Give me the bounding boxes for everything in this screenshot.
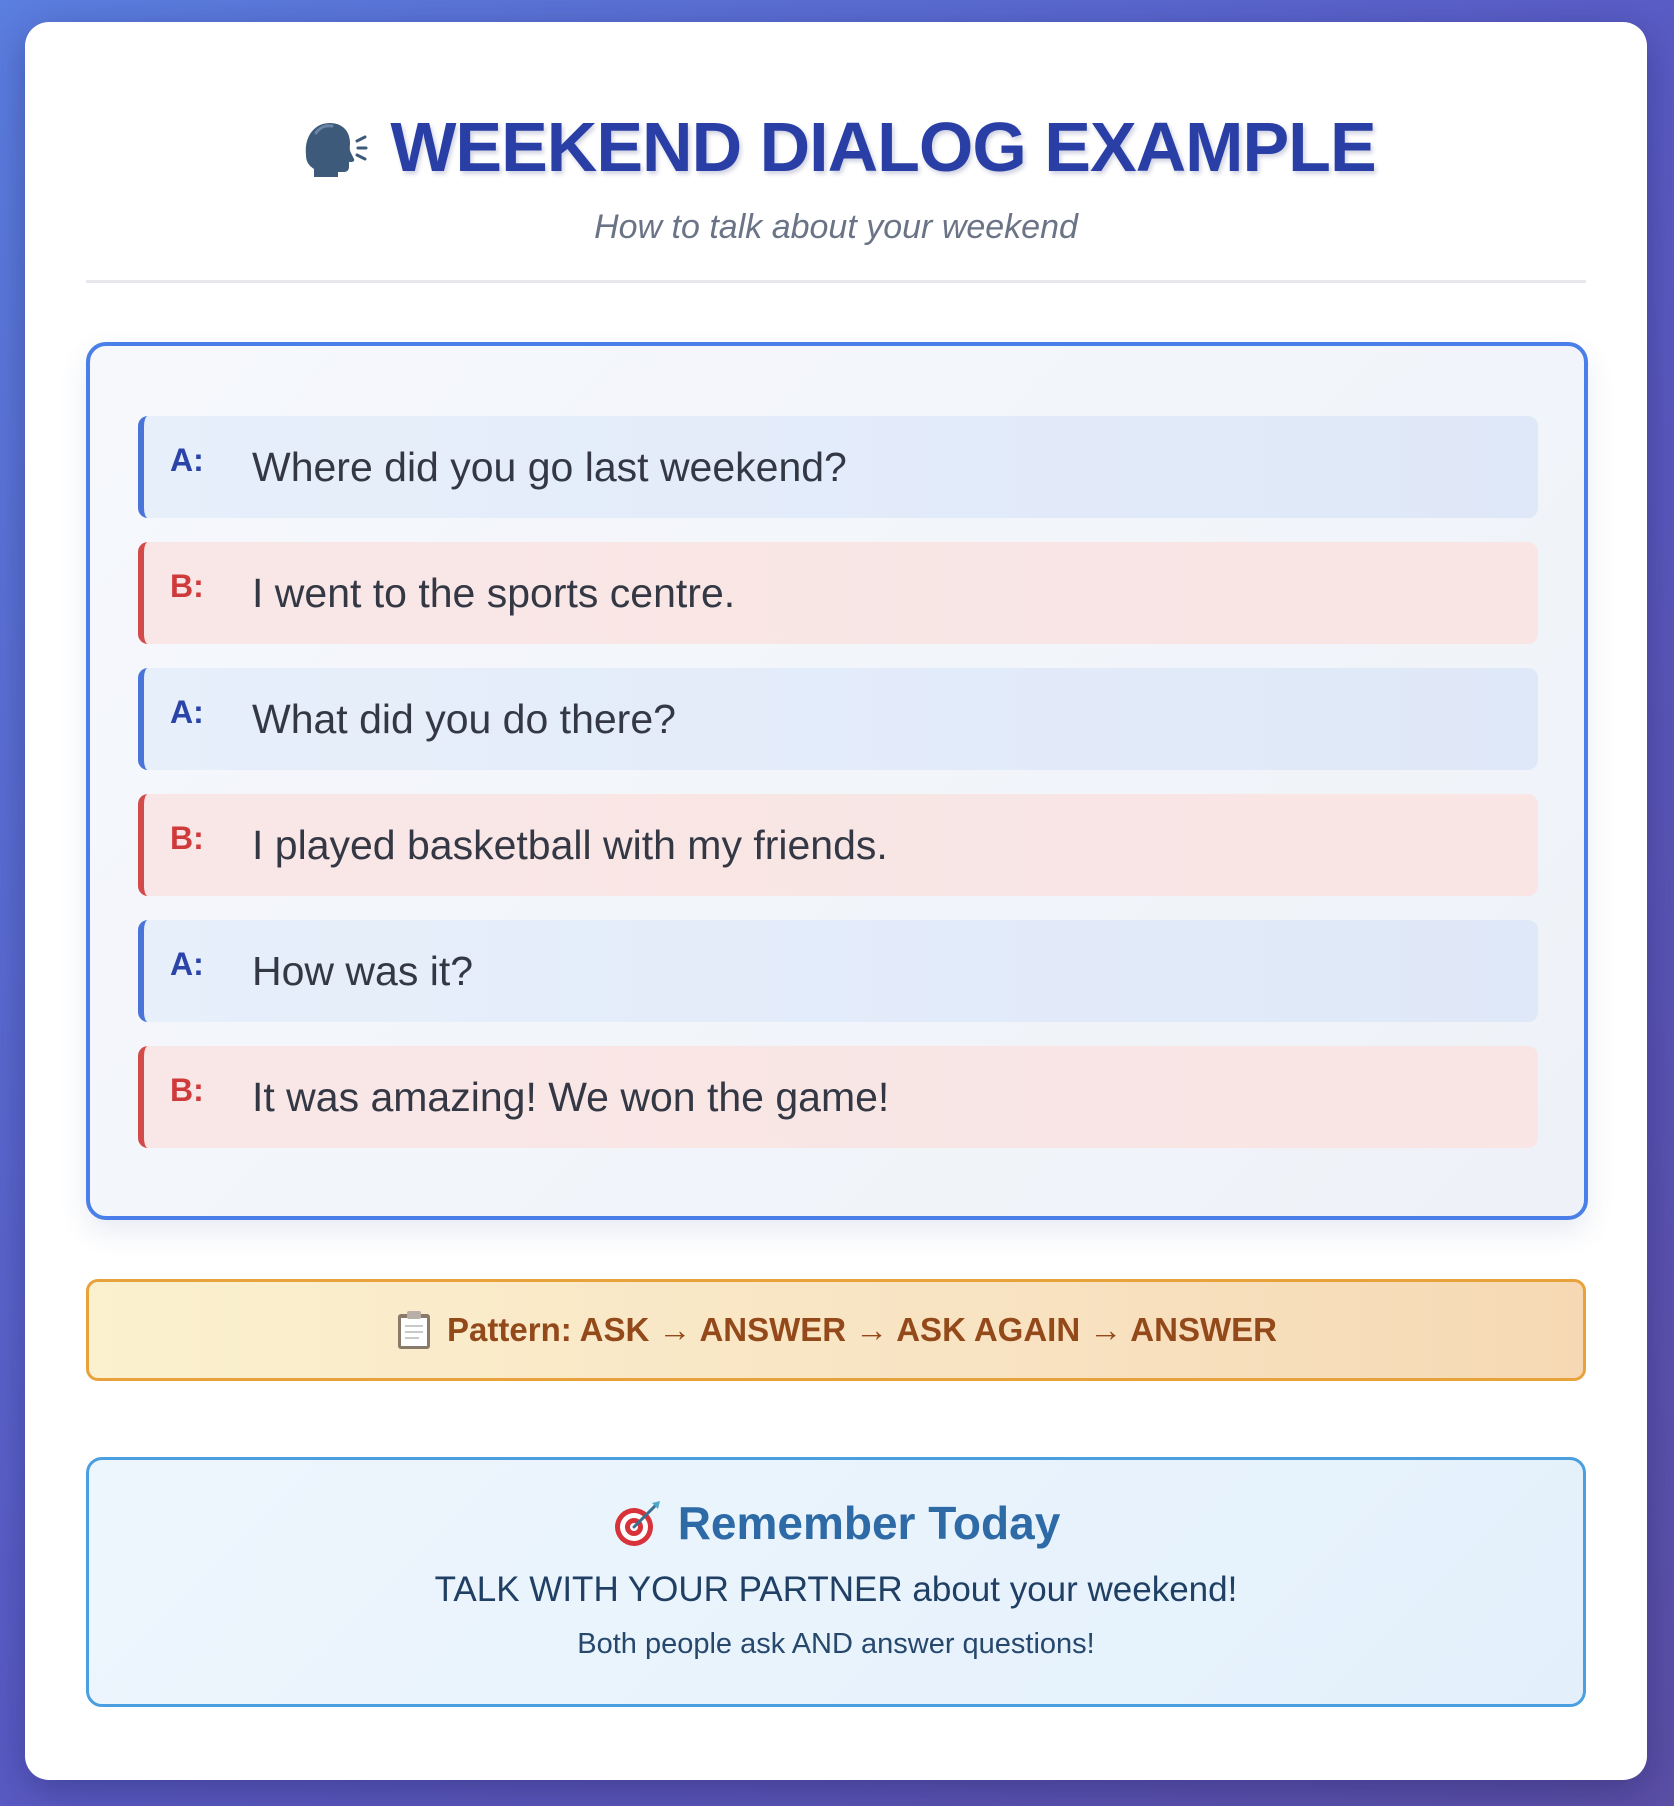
dialog-text: It was amazing! We won the game! [252,1074,890,1120]
dialog-line: B: I played basketball with my friends. [138,794,1538,896]
pattern-box: Pattern: ASK → ANSWER → ASK AGAIN → ANSW… [86,1279,1586,1381]
dialog-text: How was it? [252,948,474,994]
clipboard-icon [395,1309,433,1351]
dialog-text: What did you do there? [252,696,676,742]
dialog-text: I played basketball with my friends. [252,822,888,868]
dialog-lines: A: Where did you go last weekend? B: I w… [138,416,1538,1172]
dialog-line: A: How was it? [138,920,1538,1022]
remember-title-row: Remember Today [89,1496,1583,1550]
target-icon [612,1497,664,1549]
speaking-head-icon [296,111,368,183]
speaker-label: B: [170,1072,204,1108]
dialog-line: B: I went to the sports centre. [138,542,1538,644]
title-row: WEEKEND DIALOG EXAMPLE [86,92,1586,202]
dialog-text: I went to the sports centre. [252,570,736,616]
dialog-line: A: Where did you go last weekend? [138,416,1538,518]
remember-main-text: TALK WITH YOUR PARTNER about your weeken… [434,1570,1238,1609]
content-card: WEEKEND DIALOG EXAMPLE How to talk about… [25,22,1647,1780]
speaker-label: A: [170,694,204,730]
dialog-line: A: What did you do there? [138,668,1538,770]
dialog-text: Where did you go last weekend? [252,444,847,490]
page-header: WEEKEND DIALOG EXAMPLE How to talk about… [86,92,1586,283]
dialog-box: A: Where did you go last weekend? B: I w… [86,342,1588,1220]
remember-sub-text: Both people ask AND answer questions! [577,1628,1095,1660]
dialog-line: B: It was amazing! We won the game! [138,1046,1538,1148]
speaker-label: B: [170,568,204,604]
page-title: WEEKEND DIALOG EXAMPLE [390,108,1376,186]
speaker-label: A: [170,946,204,982]
speaker-label: A: [170,442,204,478]
remember-title: Remember Today [677,1497,1061,1549]
page-subtitle: How to talk about your weekend [594,208,1078,246]
speaker-label: B: [170,820,204,856]
pattern-text: Pattern: ASK → ANSWER → ASK AGAIN → ANSW… [447,1311,1277,1348]
remember-box: Remember Today TALK WITH YOUR PARTNER ab… [86,1457,1586,1707]
